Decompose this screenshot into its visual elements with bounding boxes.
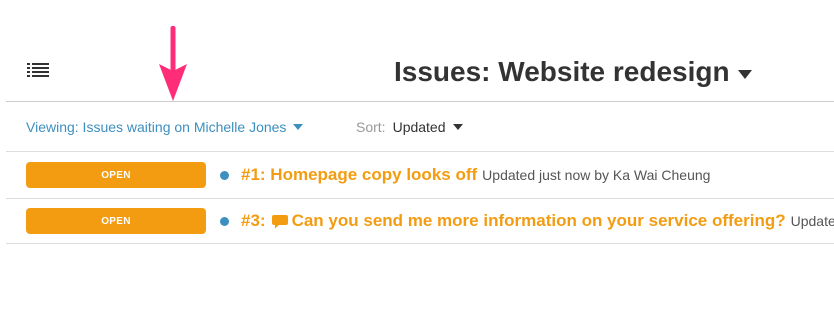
unread-indicator <box>220 216 229 226</box>
filter-bar: Viewing: Issues waiting on Michelle Jone… <box>26 117 463 137</box>
comment-icon <box>271 214 288 228</box>
sort-value: Updated <box>392 119 446 135</box>
viewing-filter-dropdown[interactable]: Viewing: Issues waiting on Michelle Jone… <box>26 119 304 135</box>
issue-row[interactable]: OPEN #1: Homepage copy looks off Updated… <box>26 162 834 188</box>
status-badge[interactable]: OPEN <box>26 162 206 188</box>
sort-label: Sort: <box>356 119 386 135</box>
row-divider <box>6 243 834 244</box>
issue-row[interactable]: OPEN #3: Can you send me more informatio… <box>26 208 834 234</box>
caret-down-icon[interactable] <box>737 69 752 80</box>
page-title[interactable]: Issues: Website redesign <box>394 52 752 92</box>
unread-indicator <box>220 170 229 180</box>
row-divider <box>6 151 834 152</box>
issue-title-link[interactable]: #1: Homepage copy looks off <box>241 165 477 185</box>
issue-updated-meta: Updated just now by Ka Wai Cheung <box>482 167 711 183</box>
sort-dropdown[interactable]: Sort: Updated <box>356 119 463 135</box>
issue-title-link[interactable]: #3: Can you send me more information on … <box>241 211 786 231</box>
header-divider <box>6 101 834 102</box>
annotation-arrow-down-icon <box>159 26 187 101</box>
viewing-filter-label: Viewing: Issues waiting on Michelle Jone… <box>26 119 287 135</box>
status-badge[interactable]: OPEN <box>26 208 206 234</box>
row-divider <box>6 198 834 199</box>
issue-updated-meta: Updated <box>790 213 834 229</box>
list-icon[interactable] <box>27 62 49 80</box>
issue-title-text: Can you send me more information on your… <box>291 211 786 230</box>
issue-number: #3: <box>241 211 266 230</box>
page-title-text: Issues: Website redesign <box>394 56 730 87</box>
viewing-caret-down-icon <box>293 124 304 130</box>
sort-caret-down-icon <box>452 124 463 130</box>
